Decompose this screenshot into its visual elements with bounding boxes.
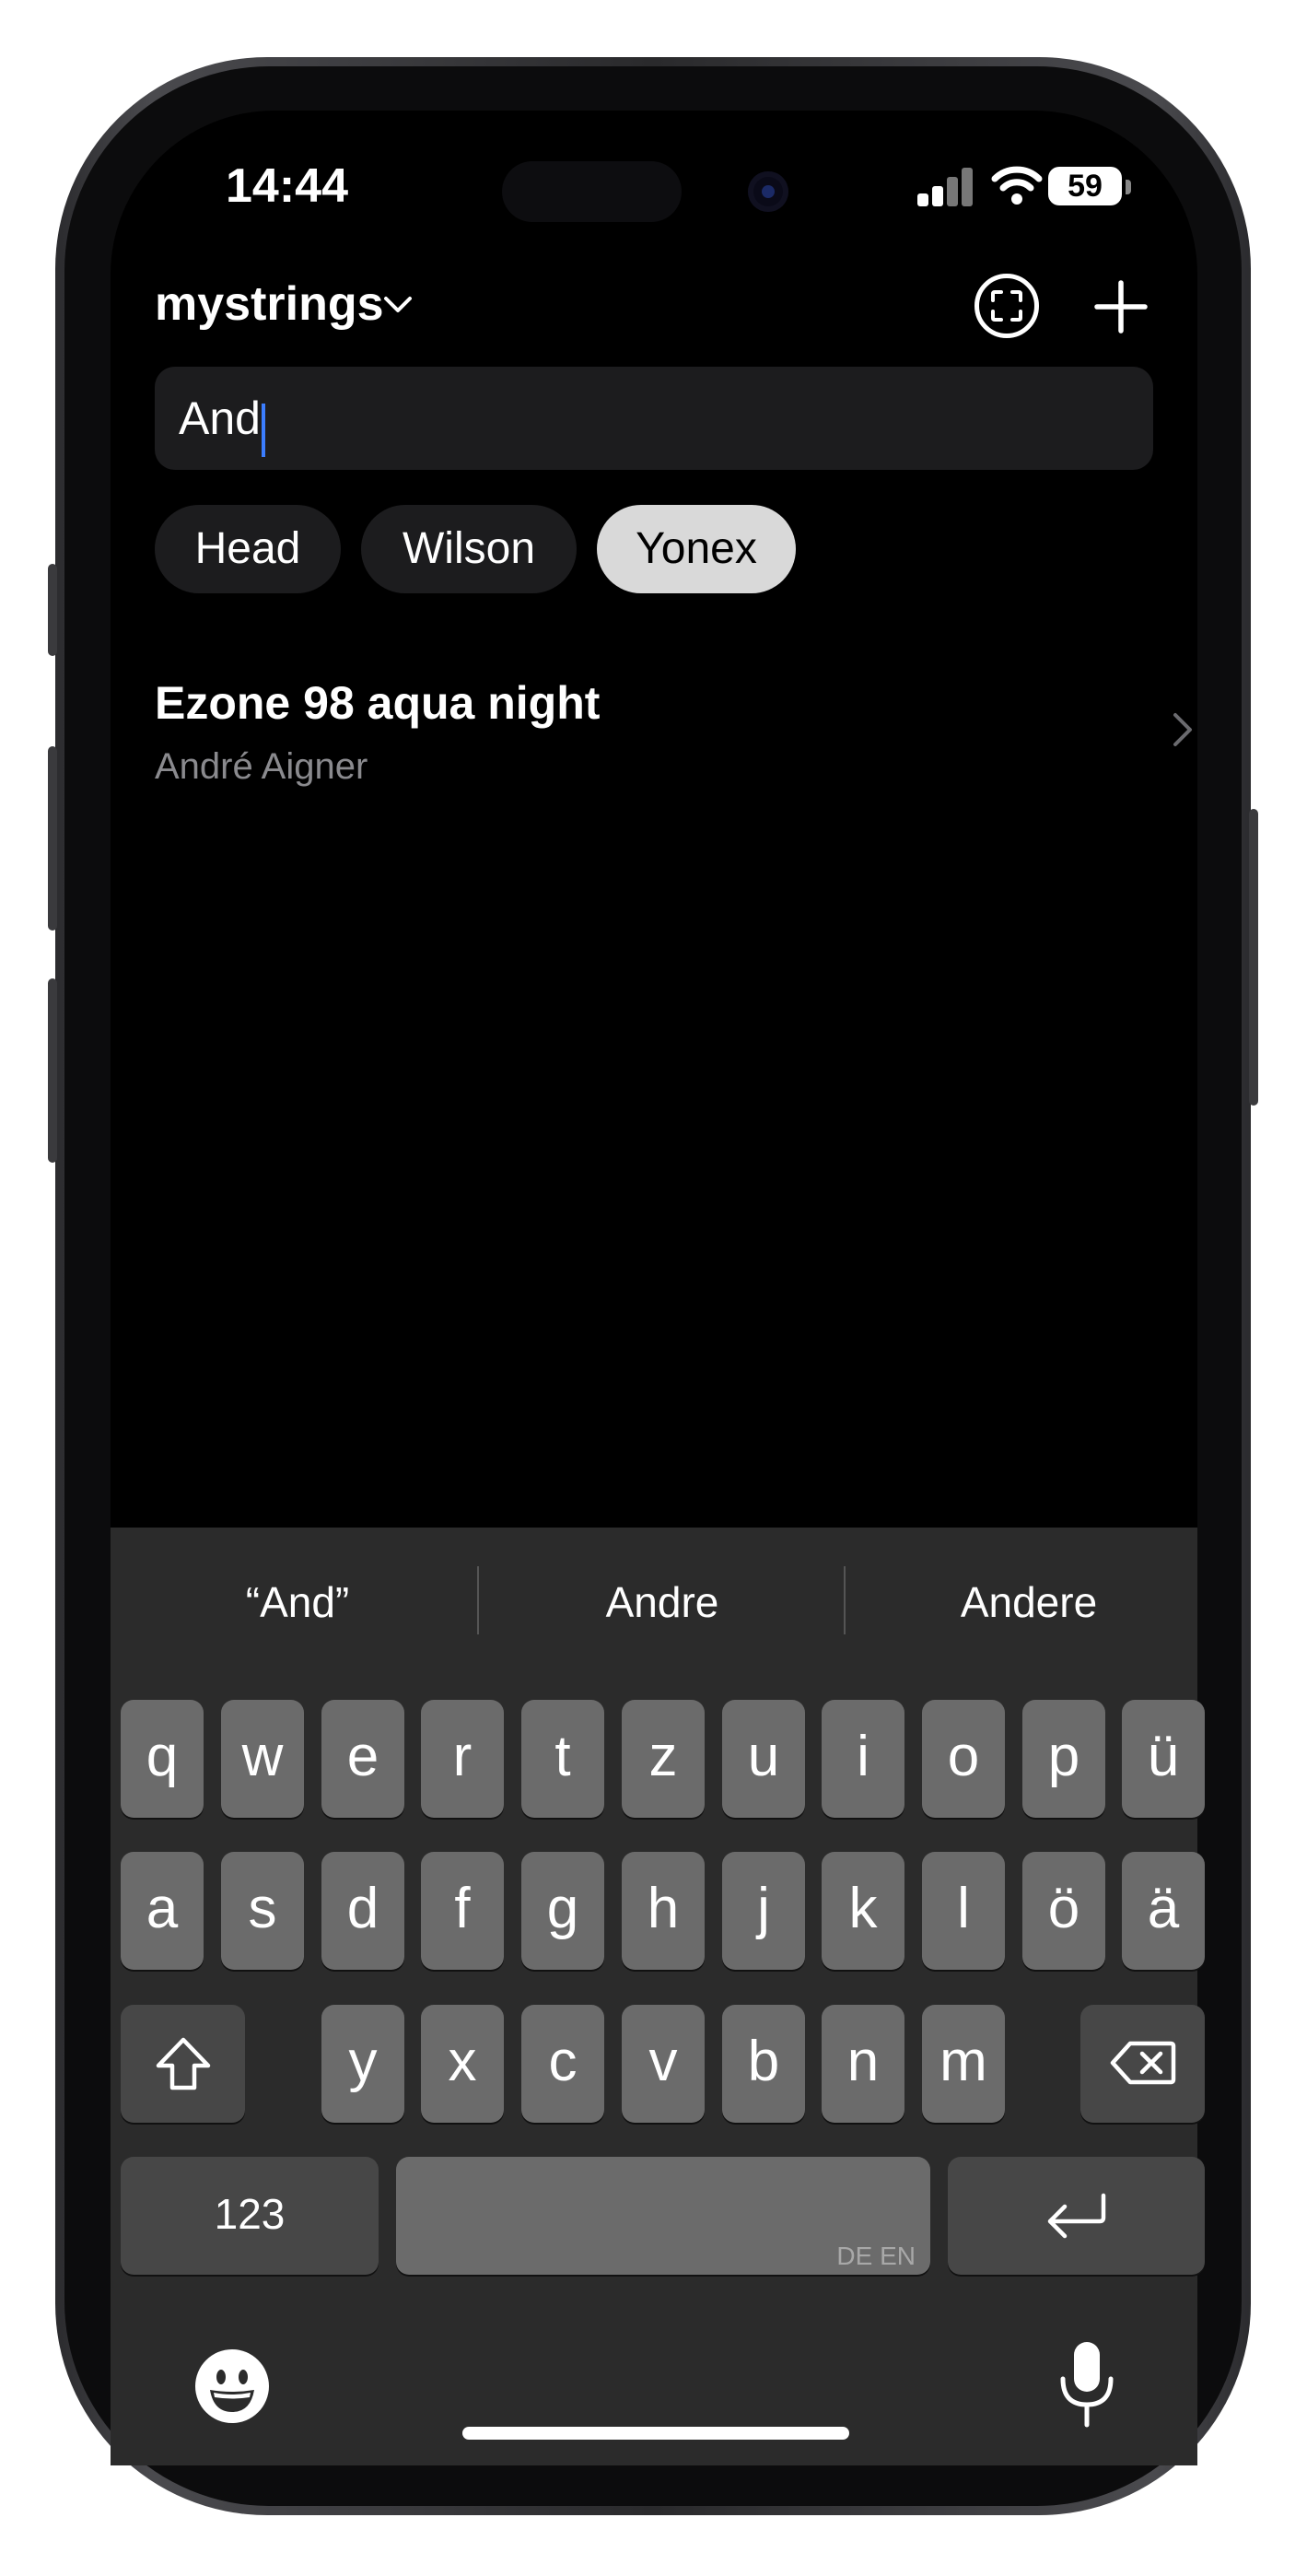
- key-d[interactable]: d: [321, 1852, 404, 1970]
- search-value: And: [179, 392, 261, 444]
- space-language-label: DE EN: [836, 2242, 916, 2270]
- home-indicator[interactable]: [462, 2427, 849, 2440]
- key-m[interactable]: m: [922, 2005, 1005, 2123]
- key-a-umlaut[interactable]: ä: [1122, 1852, 1205, 1970]
- key-h[interactable]: h: [622, 1852, 705, 1970]
- volume-down-button: [48, 978, 57, 1163]
- delete-key[interactable]: [1080, 2005, 1205, 2123]
- key-z[interactable]: z: [622, 1700, 705, 1818]
- key-x[interactable]: x: [421, 2005, 504, 2123]
- list-item-subtitle: André Aigner: [155, 746, 368, 787]
- key-l[interactable]: l: [922, 1852, 1005, 1970]
- key-y[interactable]: y: [321, 2005, 404, 2123]
- key-s[interactable]: s: [221, 1852, 304, 1970]
- list-item-title: Ezone 98 aqua night: [155, 677, 601, 729]
- account-switcher[interactable]: mystrings: [155, 276, 384, 332]
- wifi-icon: [991, 166, 1043, 205]
- key-n[interactable]: n: [822, 2005, 904, 2123]
- chevron-down-icon[interactable]: [383, 295, 413, 315]
- key-c[interactable]: c: [521, 2005, 604, 2123]
- suggestion-divider: [844, 1566, 846, 1634]
- scan-button[interactable]: [974, 274, 1039, 338]
- add-button[interactable]: [1092, 278, 1149, 335]
- key-q[interactable]: q: [121, 1700, 204, 1818]
- space-key[interactable]: DE EN: [396, 2157, 930, 2275]
- battery-level: 59: [1068, 169, 1103, 204]
- key-a[interactable]: a: [121, 1852, 204, 1970]
- return-key[interactable]: [948, 2157, 1205, 2275]
- search-input[interactable]: And: [155, 367, 1153, 470]
- keyboard: [111, 1528, 1197, 2465]
- suggestion-2[interactable]: Andre: [481, 1577, 844, 1627]
- key-o-umlaut[interactable]: ö: [1022, 1852, 1105, 1970]
- filter-chip-yonex[interactable]: Yonex: [597, 505, 796, 593]
- filter-chip-head[interactable]: Head: [155, 505, 341, 593]
- volume-up-button: [48, 746, 57, 931]
- front-camera: [748, 171, 788, 212]
- text-cursor: [261, 403, 265, 457]
- battery-indicator: 59: [1048, 167, 1122, 205]
- key-r[interactable]: r: [421, 1700, 504, 1818]
- key-o[interactable]: o: [922, 1700, 1005, 1818]
- key-w[interactable]: w: [221, 1700, 304, 1818]
- return-icon: [1047, 2193, 1105, 2239]
- key-e[interactable]: e: [321, 1700, 404, 1818]
- key-i[interactable]: i: [822, 1700, 904, 1818]
- numbers-key[interactable]: 123: [121, 2157, 379, 2275]
- dynamic-island-sensor: [502, 161, 682, 222]
- suggestion-divider: [477, 1566, 479, 1634]
- scan-icon: [991, 290, 1022, 322]
- chevron-right-icon: [1173, 713, 1192, 746]
- suggestion-1[interactable]: “And”: [116, 1577, 479, 1627]
- backspace-icon: [1110, 2041, 1175, 2085]
- emoji-icon[interactable]: [193, 2348, 271, 2425]
- shift-key[interactable]: [121, 2005, 245, 2123]
- key-j[interactable]: j: [722, 1852, 805, 1970]
- key-g[interactable]: g: [521, 1852, 604, 1970]
- microphone-icon[interactable]: [1057, 2340, 1116, 2429]
- key-u-umlaut[interactable]: ü: [1122, 1700, 1205, 1818]
- key-t[interactable]: t: [521, 1700, 604, 1818]
- key-b[interactable]: b: [722, 2005, 805, 2123]
- cellular-signal-icon: [917, 168, 973, 206]
- key-u[interactable]: u: [722, 1700, 805, 1818]
- shift-icon: [156, 2037, 210, 2090]
- action-button: [48, 564, 57, 656]
- key-k[interactable]: k: [822, 1852, 904, 1970]
- filter-chip-wilson[interactable]: Wilson: [361, 505, 577, 593]
- status-time: 14:44: [226, 159, 348, 213]
- key-p[interactable]: p: [1022, 1700, 1105, 1818]
- side-button: [1249, 809, 1258, 1106]
- suggestion-3[interactable]: Andere: [847, 1577, 1210, 1627]
- key-v[interactable]: v: [622, 2005, 705, 2123]
- key-f[interactable]: f: [421, 1852, 504, 1970]
- battery-tip: [1126, 180, 1131, 194]
